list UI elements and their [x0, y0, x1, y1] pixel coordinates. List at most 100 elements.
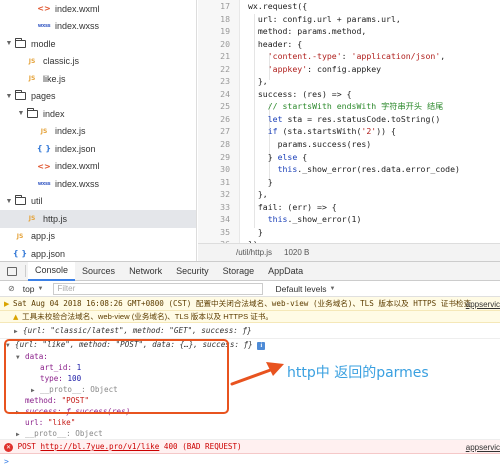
tab-console[interactable]: Console: [28, 261, 76, 281]
tab-storage[interactable]: Storage: [216, 262, 262, 281]
tab-security[interactable]: Security: [169, 262, 216, 281]
tree-file[interactable]: JS index.js: [0, 123, 196, 141]
warning-text: 工具未校验合法域名、web-view (业务域名)、TLS 版本以及 HTTPS…: [22, 312, 274, 321]
annotation-arrow-icon: [230, 362, 284, 386]
json-file-icon: { }: [12, 249, 28, 259]
line-number: 22: [220, 63, 230, 74]
tree-file[interactable]: { } app.json: [0, 245, 196, 261]
wxss-file-icon: wxss: [37, 23, 51, 30]
inspect-element-icon[interactable]: [7, 266, 17, 276]
log-row[interactable]: ▶ {url: "classic/latest", method: "GET", …: [0, 323, 500, 339]
code-line: fail: (err) => {: [248, 201, 337, 212]
tree-item-label: index.wxss: [55, 21, 100, 32]
tree-file[interactable]: <> index.wxml: [0, 158, 196, 176]
line-number: 34: [220, 214, 230, 225]
tree-file[interactable]: JS app.js: [0, 228, 196, 246]
tree-file[interactable]: { } index.json: [0, 140, 196, 158]
tree-item-label: like.js: [43, 73, 66, 84]
prop-proto: __proto__: Object: [25, 429, 103, 438]
line-number: 33: [220, 201, 230, 212]
file-tree: <> index.wxml wxss index.wxss ▼ modle JS classi…: [0, 0, 197, 261]
tree-file[interactable]: JS http.js: [0, 210, 196, 228]
folder-icon: [26, 107, 38, 118]
tree-item-label: app.json: [31, 248, 66, 259]
chevron-down-icon[interactable]: ▼: [16, 110, 26, 117]
info-icon: i: [257, 342, 266, 350]
context-value: top: [22, 283, 35, 294]
tree-item-label: pages: [31, 91, 56, 102]
folder-shape: [14, 90, 26, 101]
code-line: if (sta.startsWith('2')) {: [267, 126, 396, 137]
line-number: 17: [220, 1, 230, 11]
line-number: 35: [220, 226, 230, 237]
ide-top-area: <> index.wxml wxss index.wxss ▼ modle JS classi…: [0, 0, 500, 261]
tree-folder[interactable]: ▼ util: [0, 193, 196, 211]
tree-file[interactable]: JS classic.js: [0, 53, 196, 71]
levels-dropdown[interactable]: Default levels ▼: [275, 284, 335, 294]
expand-triangle-icon[interactable]: ▶: [16, 429, 25, 440]
warning-icon: ▶: [4, 300, 10, 308]
tree-item-label: util: [31, 196, 43, 207]
line-number: 21: [220, 51, 230, 62]
code-line: success: (res) => {: [248, 88, 352, 99]
line-number: 31: [220, 176, 230, 187]
folder-icon: [14, 195, 26, 206]
console-prompt[interactable]: >: [0, 455, 500, 472]
error-method: POST: [17, 442, 36, 451]
context-select[interactable]: top ▼: [23, 283, 44, 295]
source-link[interactable]: appservic: [466, 441, 500, 455]
source-link[interactable]: appservic: [466, 298, 500, 312]
line-number: 26: [220, 113, 230, 124]
code-line: method: params.method,: [248, 26, 367, 37]
tab-network[interactable]: Network: [122, 262, 169, 281]
tab-sources[interactable]: Sources: [75, 262, 122, 281]
tree-file[interactable]: JS like.js: [0, 70, 196, 88]
warning-row: ▶ Sat Aug 04 2018 16:08:26 GMT+0800 (CST)…: [0, 297, 500, 311]
wxss-file-icon: wxss: [37, 180, 51, 187]
tree-node[interactable]: ▶ __proto__: Object: [0, 428, 500, 440]
folder-icon: [14, 90, 26, 101]
code-line: }: [248, 226, 263, 237]
error-row: ✕ POST http://bl.7yue.pro/v1/like 400 (B…: [0, 440, 500, 454]
line-number: 27: [220, 126, 230, 137]
line-number: 19: [220, 26, 230, 37]
error-status: 400 (BAD REQUEST): [163, 442, 242, 451]
code-line: }: [248, 176, 273, 187]
prop-value: "like": [47, 418, 76, 427]
code-line: let sta = res.statusCode.toString(): [267, 113, 441, 124]
tree-file[interactable]: wxss index.wxss: [0, 175, 196, 193]
tree-folder[interactable]: ▼ modle: [0, 35, 196, 53]
code-lines: wx.request({ url: config.url + params.ur…: [248, 0, 500, 243]
tree-folder[interactable]: ▼ pages: [0, 88, 196, 106]
tree-item-label: app.js: [31, 231, 56, 242]
warning-row: ▲ 工具未校验合法域名、web-view (业务域名)、TLS 版本以及 HTTP…: [0, 311, 500, 323]
filter-input[interactable]: Filter: [53, 282, 264, 295]
line-number: 28: [220, 139, 230, 150]
code-line: 'content.-type': 'application/json',: [267, 51, 446, 62]
chevron-down-icon[interactable]: ▼: [4, 40, 14, 47]
tree-item-label: modle: [31, 38, 56, 49]
expand-triangle-icon[interactable]: ▶: [14, 324, 23, 340]
tab-appdata[interactable]: AppData: [261, 262, 310, 281]
tree-file[interactable]: <> index.wxml: [0, 0, 196, 18]
error-url-link[interactable]: http://bl.7yue.pro/v1/like: [40, 442, 159, 451]
line-number: 24: [220, 88, 230, 99]
warning-icon: ▲: [13, 313, 19, 321]
tree-file[interactable]: wxss index.wxss: [0, 18, 196, 36]
clear-console-icon[interactable]: ⊘: [8, 284, 15, 293]
folder-icon: [14, 37, 26, 48]
line-number: 20: [220, 38, 230, 49]
line-number: 29: [220, 151, 230, 162]
code-line: params.success(res): [248, 139, 372, 150]
js-file-icon: JS: [28, 57, 36, 65]
code-editor[interactable]: 1718192021222324252627282930313233343536…: [198, 0, 500, 243]
tree-item-label: index.wxss: [55, 178, 100, 189]
tree-folder[interactable]: ▼ index: [0, 105, 196, 123]
levels-label: Default levels: [275, 283, 327, 294]
warning-text: Sat Aug 04 2018 16:08:26 GMT+0800 (CST) …: [13, 299, 472, 308]
log-object: {url: "classic/latest", method: "GET", s…: [23, 326, 252, 335]
js-file-icon: JS: [40, 127, 48, 135]
chevron-down-icon[interactable]: ▼: [4, 93, 14, 100]
chevron-down-icon[interactable]: ▼: [4, 198, 14, 205]
line-number-gutter: 1718192021222324252627282930313233343536: [198, 0, 240, 243]
